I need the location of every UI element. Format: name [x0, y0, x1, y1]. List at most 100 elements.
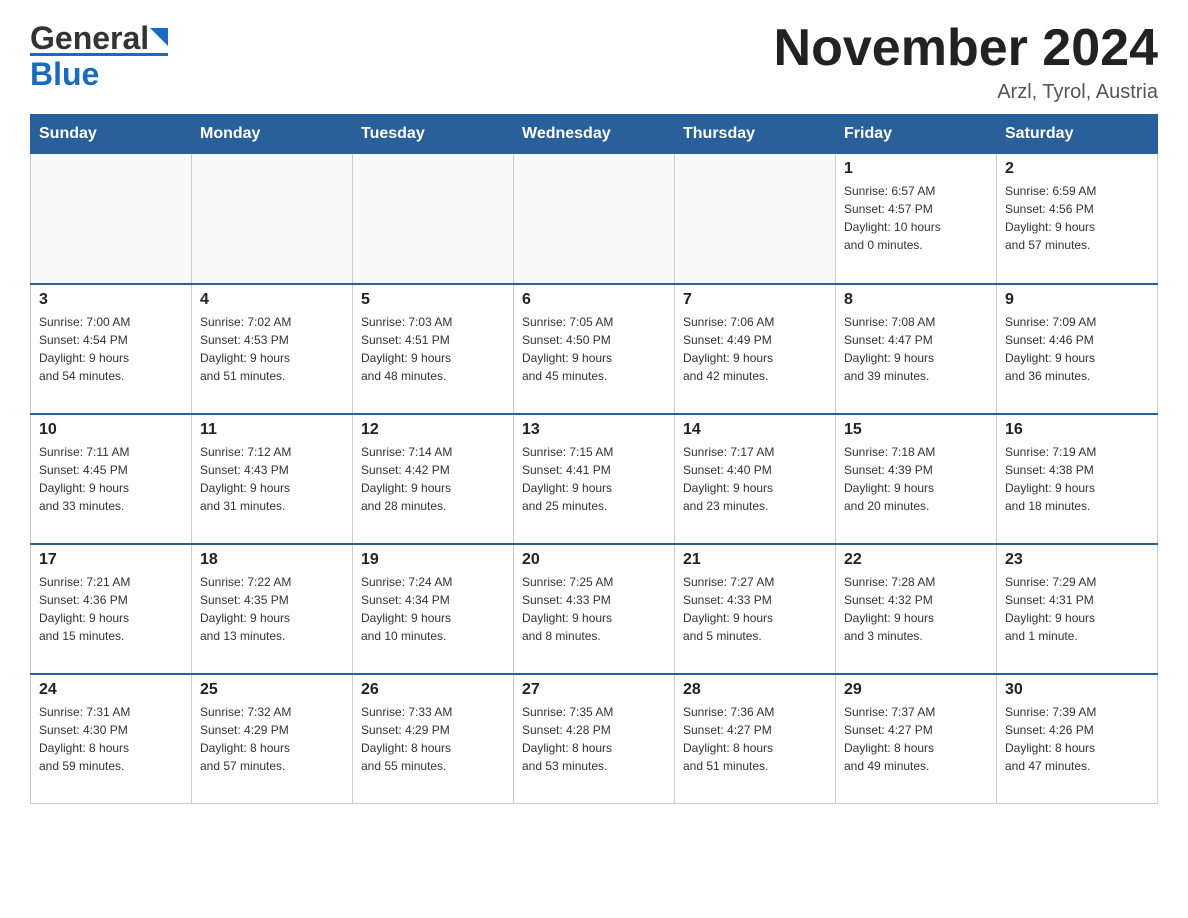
calendar-cell: 29 Sunrise: 7:37 AM Sunset: 4:27 PM Dayli…	[836, 674, 997, 804]
calendar-cell: 28 Sunrise: 7:36 AM Sunset: 4:27 PM Dayli…	[675, 674, 836, 804]
day-info: Sunrise: 7:27 AM Sunset: 4:33 PM Dayligh…	[683, 573, 827, 645]
calendar-cell: 26Sunrise: 7:33 AM Sunset: 4:29 PM Dayli…	[353, 674, 514, 804]
calendar-cell: 13 Sunrise: 7:15 AM Sunset: 4:41 PM Dayli…	[514, 414, 675, 544]
day-info: Sunrise: 7:15 AM Sunset: 4:41 PM Dayligh…	[522, 443, 666, 515]
calendar-cell	[514, 154, 675, 284]
calendar-cell: 30Sunrise: 7:39 AM Sunset: 4:26 PM Dayli…	[997, 674, 1158, 804]
calendar-cell: 16 Sunrise: 7:19 AM Sunset: 4:38 PM Dayli…	[997, 414, 1158, 544]
day-number: 13	[522, 421, 666, 439]
week-row-5: 24 Sunrise: 7:31 AM Sunset: 4:30 PM Dayli…	[31, 674, 1158, 804]
calendar-cell: 9Sunrise: 7:09 AM Sunset: 4:46 PM Daylig…	[997, 284, 1158, 414]
calendar-cell: 8 Sunrise: 7:08 AM Sunset: 4:47 PM Daylig…	[836, 284, 997, 414]
calendar-cell: 27Sunrise: 7:35 AM Sunset: 4:28 PM Dayli…	[514, 674, 675, 804]
day-number: 26	[361, 681, 505, 699]
day-info: Sunrise: 7:35 AM Sunset: 4:28 PM Dayligh…	[522, 703, 666, 775]
calendar-cell: 25Sunrise: 7:32 AM Sunset: 4:29 PM Dayli…	[192, 674, 353, 804]
weekday-header-sunday: Sunday	[31, 115, 192, 154]
calendar-cell: 12 Sunrise: 7:14 AM Sunset: 4:42 PM Dayli…	[353, 414, 514, 544]
day-number: 20	[522, 551, 666, 569]
day-info: Sunrise: 7:28 AM Sunset: 4:32 PM Dayligh…	[844, 573, 988, 645]
calendar-cell	[192, 154, 353, 284]
day-info: Sunrise: 7:18 AM Sunset: 4:39 PM Dayligh…	[844, 443, 988, 515]
calendar-cell	[31, 154, 192, 284]
day-number: 2	[1005, 160, 1149, 178]
day-info: Sunrise: 7:37 AM Sunset: 4:27 PM Dayligh…	[844, 703, 988, 775]
weekday-header-wednesday: Wednesday	[514, 115, 675, 154]
weekday-header-saturday: Saturday	[997, 115, 1158, 154]
logo: General Blue	[30, 20, 168, 93]
calendar-cell: 24 Sunrise: 7:31 AM Sunset: 4:30 PM Dayli…	[31, 674, 192, 804]
day-number: 12	[361, 421, 505, 439]
calendar-table: SundayMondayTuesdayWednesdayThursdayFrid…	[30, 114, 1158, 804]
day-number: 14	[683, 421, 827, 439]
day-number: 18	[200, 551, 344, 569]
title-area: November 2024 Arzl, Tyrol, Austria	[774, 20, 1158, 104]
day-number: 3	[39, 291, 183, 309]
day-info: Sunrise: 7:19 AM Sunset: 4:38 PM Dayligh…	[1005, 443, 1149, 515]
week-row-3: 10 Sunrise: 7:11 AM Sunset: 4:45 PM Dayli…	[31, 414, 1158, 544]
calendar-cell: 14Sunrise: 7:17 AM Sunset: 4:40 PM Dayli…	[675, 414, 836, 544]
day-info: Sunrise: 7:25 AM Sunset: 4:33 PM Dayligh…	[522, 573, 666, 645]
weekday-header-thursday: Thursday	[675, 115, 836, 154]
calendar-cell: 10 Sunrise: 7:11 AM Sunset: 4:45 PM Dayli…	[31, 414, 192, 544]
day-number: 23	[1005, 551, 1149, 569]
day-info: Sunrise: 7:08 AM Sunset: 4:47 PM Dayligh…	[844, 313, 988, 385]
day-info: Sunrise: 7:14 AM Sunset: 4:42 PM Dayligh…	[361, 443, 505, 515]
day-number: 4	[200, 291, 344, 309]
calendar-cell: 20 Sunrise: 7:25 AM Sunset: 4:33 PM Dayli…	[514, 544, 675, 674]
week-row-4: 17 Sunrise: 7:21 AM Sunset: 4:36 PM Dayli…	[31, 544, 1158, 674]
location-text: Arzl, Tyrol, Austria	[774, 81, 1158, 104]
week-row-1: 1 Sunrise: 6:57 AM Sunset: 4:57 PM Daylig…	[31, 154, 1158, 284]
calendar-cell: 17 Sunrise: 7:21 AM Sunset: 4:36 PM Dayli…	[31, 544, 192, 674]
calendar-cell: 19Sunrise: 7:24 AM Sunset: 4:34 PM Dayli…	[353, 544, 514, 674]
day-info: Sunrise: 7:12 AM Sunset: 4:43 PM Dayligh…	[200, 443, 344, 515]
day-info: Sunrise: 7:32 AM Sunset: 4:29 PM Dayligh…	[200, 703, 344, 775]
day-info: Sunrise: 7:31 AM Sunset: 4:30 PM Dayligh…	[39, 703, 183, 775]
month-title: November 2024	[774, 20, 1158, 77]
day-number: 10	[39, 421, 183, 439]
weekday-header-monday: Monday	[192, 115, 353, 154]
day-number: 17	[39, 551, 183, 569]
day-info: Sunrise: 6:59 AM Sunset: 4:56 PM Dayligh…	[1005, 182, 1149, 254]
day-number: 6	[522, 291, 666, 309]
day-number: 8	[844, 291, 988, 309]
day-info: Sunrise: 7:00 AM Sunset: 4:54 PM Dayligh…	[39, 313, 183, 385]
day-info: Sunrise: 6:57 AM Sunset: 4:57 PM Dayligh…	[844, 182, 988, 254]
calendar-cell	[353, 154, 514, 284]
day-info: Sunrise: 7:11 AM Sunset: 4:45 PM Dayligh…	[39, 443, 183, 515]
day-number: 21	[683, 551, 827, 569]
calendar-cell: 6 Sunrise: 7:05 AM Sunset: 4:50 PM Daylig…	[514, 284, 675, 414]
day-info: Sunrise: 7:36 AM Sunset: 4:27 PM Dayligh…	[683, 703, 827, 775]
calendar-cell: 22 Sunrise: 7:28 AM Sunset: 4:32 PM Dayli…	[836, 544, 997, 674]
day-number: 9	[1005, 291, 1149, 309]
day-number: 7	[683, 291, 827, 309]
page-header: General Blue November 2024 Arzl, Tyrol, …	[30, 20, 1158, 104]
day-info: Sunrise: 7:21 AM Sunset: 4:36 PM Dayligh…	[39, 573, 183, 645]
day-info: Sunrise: 7:22 AM Sunset: 4:35 PM Dayligh…	[200, 573, 344, 645]
day-number: 5	[361, 291, 505, 309]
weekday-header-row: SundayMondayTuesdayWednesdayThursdayFrid…	[31, 115, 1158, 154]
day-info: Sunrise: 7:39 AM Sunset: 4:26 PM Dayligh…	[1005, 703, 1149, 775]
weekday-header-tuesday: Tuesday	[353, 115, 514, 154]
week-row-2: 3 Sunrise: 7:00 AM Sunset: 4:54 PM Daylig…	[31, 284, 1158, 414]
day-number: 16	[1005, 421, 1149, 439]
day-number: 29	[844, 681, 988, 699]
day-number: 22	[844, 551, 988, 569]
calendar-cell: 11 Sunrise: 7:12 AM Sunset: 4:43 PM Dayli…	[192, 414, 353, 544]
day-info: Sunrise: 7:05 AM Sunset: 4:50 PM Dayligh…	[522, 313, 666, 385]
calendar-cell: 5 Sunrise: 7:03 AM Sunset: 4:51 PM Daylig…	[353, 284, 514, 414]
calendar-cell: 23 Sunrise: 7:29 AM Sunset: 4:31 PM Dayli…	[997, 544, 1158, 674]
day-number: 28	[683, 681, 827, 699]
day-number: 19	[361, 551, 505, 569]
day-info: Sunrise: 7:29 AM Sunset: 4:31 PM Dayligh…	[1005, 573, 1149, 645]
day-info: Sunrise: 7:03 AM Sunset: 4:51 PM Dayligh…	[361, 313, 505, 385]
day-number: 15	[844, 421, 988, 439]
calendar-cell: 15 Sunrise: 7:18 AM Sunset: 4:39 PM Dayli…	[836, 414, 997, 544]
calendar-cell: 18 Sunrise: 7:22 AM Sunset: 4:35 PM Dayli…	[192, 544, 353, 674]
day-number: 24	[39, 681, 183, 699]
day-number: 11	[200, 421, 344, 439]
day-info: Sunrise: 7:02 AM Sunset: 4:53 PM Dayligh…	[200, 313, 344, 385]
day-number: 1	[844, 160, 988, 178]
logo-general-text: General	[30, 20, 149, 57]
calendar-cell: 3 Sunrise: 7:00 AM Sunset: 4:54 PM Daylig…	[31, 284, 192, 414]
